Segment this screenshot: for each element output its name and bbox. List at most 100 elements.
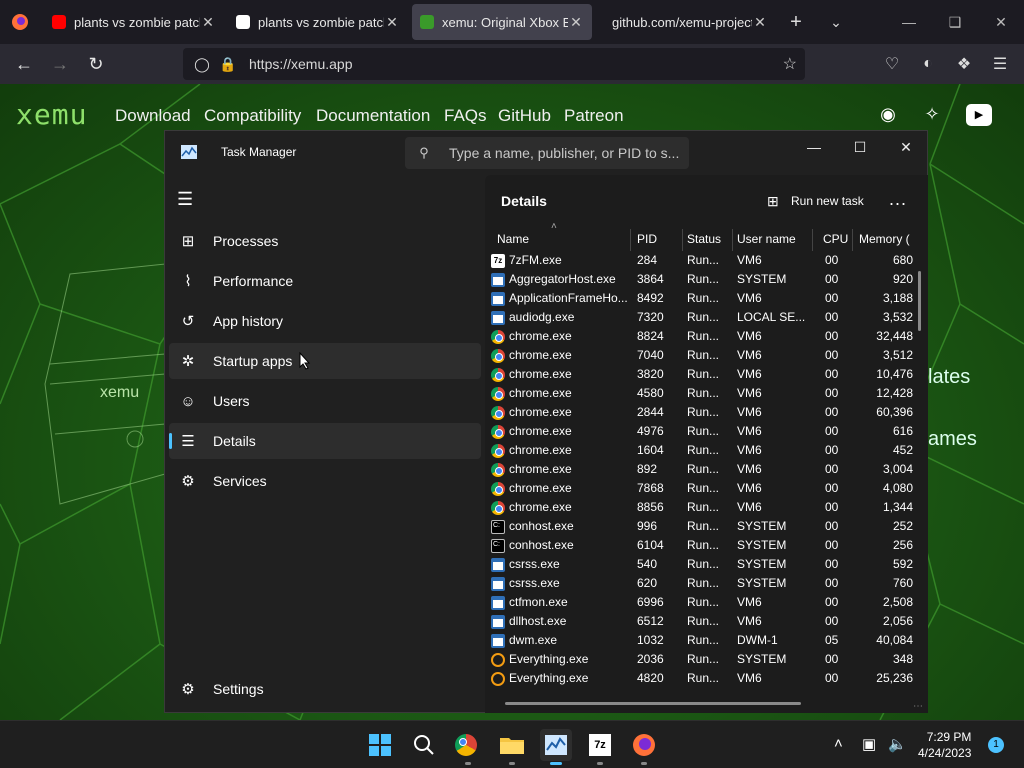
close-tab-icon[interactable]: ✕: [384, 14, 400, 31]
table-row[interactable]: csrss.exe 620 Run... SYSTEM 00 760: [485, 574, 913, 593]
url-text[interactable]: https://xemu.app: [249, 56, 353, 72]
browser-tab[interactable]: xemu: Original Xbox Em✕: [412, 4, 592, 40]
table-row[interactable]: chrome.exe 4976 Run... VM6 00 616: [485, 422, 913, 441]
youtube-icon[interactable]: ▶: [966, 104, 992, 126]
sidebar-item-details[interactable]: ☰ Details: [169, 423, 481, 459]
nav-documentation-link[interactable]: Documentation: [316, 106, 430, 126]
table-row[interactable]: dwm.exe 1032 Run... DWM-1 05 40,084: [485, 631, 913, 650]
firefox-view-button[interactable]: [0, 0, 40, 44]
sidebar-item-users[interactable]: ☺ Users: [169, 383, 481, 419]
volume-icon[interactable]: 🔈: [888, 735, 907, 753]
bookmark-star-icon[interactable]: ☆: [783, 54, 797, 74]
discord-icon[interactable]: ◉: [876, 104, 900, 126]
table-row[interactable]: chrome.exe 892 Run... VM6 00 3,004: [485, 460, 913, 479]
chrome-icon: [491, 348, 505, 363]
column-header-memory[interactable]: Memory (: [855, 229, 913, 251]
tm-close-button[interactable]: ✕: [883, 131, 929, 163]
pocket-icon[interactable]: ♡: [874, 48, 910, 80]
sidebar-item-startup-apps[interactable]: ✲ Startup apps: [169, 343, 481, 379]
sidebar-item-settings[interactable]: ⚙ Settings: [169, 671, 481, 707]
close-tab-icon[interactable]: ✕: [568, 14, 584, 31]
task-manager-titlebar[interactable]: Task Manager ⚲ — ☐ ✕: [165, 131, 929, 175]
tm-maximize-button[interactable]: ☐: [837, 131, 883, 163]
taskbar-firefox[interactable]: [628, 729, 660, 765]
new-tab-button[interactable]: +: [776, 4, 816, 40]
close-tab-icon[interactable]: ✕: [752, 14, 768, 31]
resize-grip-icon[interactable]: ⋯: [913, 701, 923, 712]
sidebar-item-app-history[interactable]: ↺ App history: [169, 303, 481, 339]
run-new-task-button[interactable]: ⊞ Run new task: [767, 193, 864, 209]
table-row[interactable]: 7z 7zFM.exe 284 Run... VM6 00 680: [485, 251, 913, 270]
process-name: chrome.exe: [509, 405, 572, 419]
shield-icon[interactable]: ◯: [191, 56, 213, 73]
table-row[interactable]: chrome.exe 4580 Run... VM6 00 12,428: [485, 384, 913, 403]
more-options-icon[interactable]: ...: [889, 189, 907, 210]
nav-faqs-link[interactable]: FAQs: [444, 106, 487, 126]
table-row[interactable]: chrome.exe 3820 Run... VM6 00 10,476: [485, 365, 913, 384]
table-row[interactable]: chrome.exe 7040 Run... VM6 00 3,512: [485, 346, 913, 365]
table-row[interactable]: dllhost.exe 6512 Run... VM6 00 2,056: [485, 612, 913, 631]
browser-tab[interactable]: github.com/xemu-project/✕: [596, 4, 776, 40]
taskbar-search-button[interactable]: [408, 729, 440, 761]
forward-button[interactable]: →: [42, 48, 78, 80]
taskbar-7zip[interactable]: 7z: [584, 729, 616, 765]
process-name-cell: Everything.exe: [491, 650, 631, 669]
sidebar-item-processes[interactable]: ⊞ Processes: [169, 223, 481, 259]
table-row[interactable]: Everything.exe 4820 Run... VM6 00 25,236: [485, 669, 913, 688]
table-row[interactable]: C: conhost.exe 996 Run... SYSTEM 00 252: [485, 517, 913, 536]
tm-minimize-button[interactable]: —: [791, 131, 837, 163]
browser-tab[interactable]: plants vs zombie patch ✕: [44, 4, 224, 40]
url-bar[interactable]: ◯ 🔒 https://xemu.app ☆: [183, 48, 805, 80]
back-button[interactable]: ←: [6, 48, 42, 80]
table-row[interactable]: chrome.exe 7868 Run... VM6 00 4,080: [485, 479, 913, 498]
column-header-cpu[interactable]: CPU: [819, 229, 853, 251]
system-clock[interactable]: 7:29 PM 4/24/2023: [918, 729, 971, 761]
browser-tab[interactable]: plants vs zombie patch ✕: [228, 4, 408, 40]
twitter-icon[interactable]: ✧: [920, 104, 944, 126]
table-row[interactable]: C: conhost.exe 6104 Run... SYSTEM 00 256: [485, 536, 913, 555]
column-header-user-name[interactable]: User name: [733, 229, 813, 251]
nav-compatibility-link[interactable]: Compatibility: [204, 106, 301, 126]
list-all-tabs-button[interactable]: ⌄: [816, 4, 856, 40]
notification-badge[interactable]: 1: [988, 737, 1004, 753]
close-tab-icon[interactable]: ✕: [200, 14, 216, 31]
sidebar-item-performance[interactable]: ⌇ Performance: [169, 263, 481, 299]
close-window-button[interactable]: ✕: [978, 0, 1024, 44]
extensions-icon[interactable]: ❖: [946, 48, 982, 80]
minimize-button[interactable]: —: [886, 0, 932, 44]
process-search-box[interactable]: ⚲: [405, 137, 689, 169]
taskbar-chrome[interactable]: [452, 729, 484, 765]
table-row[interactable]: chrome.exe 8856 Run... VM6 00 1,344: [485, 498, 913, 517]
hamburger-menu-icon[interactable]: ☰: [177, 189, 199, 209]
vertical-scrollbar[interactable]: [918, 271, 921, 331]
table-row[interactable]: ApplicationFrameHo... 8492 Run... VM6 00 3,18…: [485, 289, 913, 308]
column-header-name[interactable]: Name: [493, 229, 631, 251]
nav-github-link[interactable]: GitHub: [498, 106, 551, 126]
start-button[interactable]: [364, 729, 396, 761]
table-row[interactable]: chrome.exe 1604 Run... VM6 00 452: [485, 441, 913, 460]
table-row[interactable]: chrome.exe 2844 Run... VM6 00 60,396: [485, 403, 913, 422]
extension-theme-icon[interactable]: ◐: [910, 48, 946, 80]
column-header-status[interactable]: Status: [683, 229, 733, 251]
show-hidden-icons-chevron[interactable]: ˄: [834, 735, 843, 752]
table-row[interactable]: csrss.exe 540 Run... SYSTEM 00 592: [485, 555, 913, 574]
table-row[interactable]: Everything.exe 2036 Run... SYSTEM 00 348: [485, 650, 913, 669]
reload-button[interactable]: ↻: [78, 48, 114, 80]
column-header-pid[interactable]: PID: [633, 229, 683, 251]
table-row[interactable]: audiodg.exe 7320 Run... LOCAL SE... 00 3,532: [485, 308, 913, 327]
restore-button[interactable]: ❑: [932, 0, 978, 44]
sidebar-item-services[interactable]: ⚙ Services: [169, 463, 481, 499]
lock-icon[interactable]: 🔒: [217, 56, 239, 73]
taskbar-file-explorer[interactable]: [496, 729, 528, 765]
taskbar-task-manager[interactable]: [540, 729, 572, 765]
table-row[interactable]: ctfmon.exe 6996 Run... VM6 00 2,508: [485, 593, 913, 612]
table-row[interactable]: AggregatorHost.exe 3864 Run... SYSTEM 00 920: [485, 270, 913, 289]
nav-download-link[interactable]: Download: [115, 106, 191, 126]
xemu-logo[interactable]: xemu: [16, 98, 87, 131]
nav-patreon-link[interactable]: Patreon: [564, 106, 624, 126]
table-row[interactable]: chrome.exe 8824 Run... VM6 00 32,448: [485, 327, 913, 346]
process-search-input[interactable]: [449, 145, 689, 161]
menu-icon[interactable]: ☰: [982, 48, 1018, 80]
network-icon[interactable]: ▣: [862, 735, 876, 753]
horizontal-scrollbar[interactable]: [505, 702, 801, 705]
